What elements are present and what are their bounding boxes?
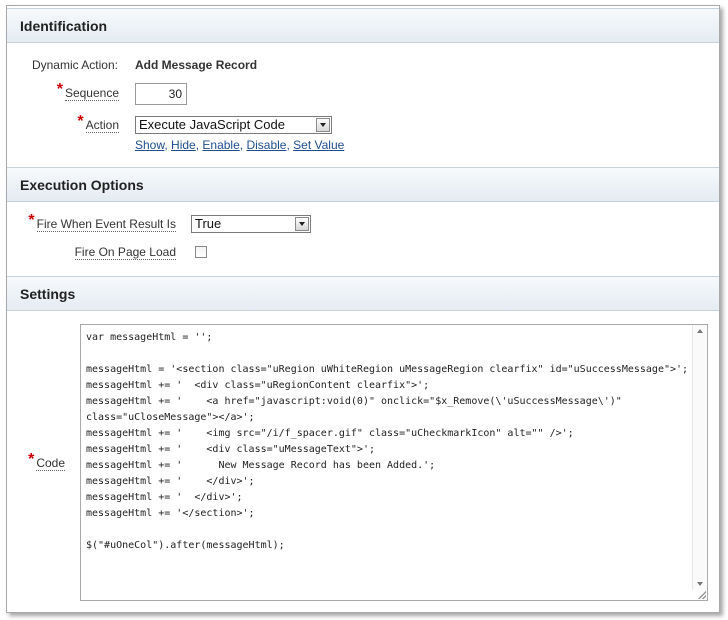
action-quick-links: Show, Hide, Enable, Disable, Set Value	[135, 138, 345, 152]
action-select-value: Execute JavaScript Code	[139, 117, 285, 132]
execution-options-header: Execution Options	[7, 167, 719, 202]
quick-link-enable[interactable]: Enable	[202, 138, 239, 152]
identification-header: Identification	[7, 8, 719, 43]
required-star-icon: *	[28, 212, 35, 229]
action-label: * Action	[77, 113, 119, 133]
settings-region: Settings	[7, 276, 719, 311]
execution-options-region: Execution Options	[7, 167, 719, 202]
action-select[interactable]: Execute JavaScript Code	[135, 116, 332, 134]
identification-region: Identification	[7, 8, 719, 43]
resize-handle-icon[interactable]	[698, 591, 706, 599]
chevron-down-icon[interactable]	[295, 217, 309, 231]
code-textarea[interactable]: var messageHtml = ''; messageHtml = '<se…	[86, 330, 691, 590]
quick-link-disable[interactable]: Disable	[246, 138, 286, 152]
code-scrollbar[interactable]	[692, 325, 707, 590]
required-star-icon: *	[56, 81, 63, 98]
settings-header: Settings	[7, 276, 719, 311]
sequence-input[interactable]	[135, 83, 187, 105]
code-label: * Code	[28, 451, 65, 471]
quick-link-show[interactable]: Show	[135, 138, 164, 152]
required-star-icon: *	[28, 451, 35, 468]
scroll-up-icon[interactable]	[697, 329, 703, 333]
dynamic-action-value: Add Message Record	[135, 58, 258, 72]
fire-when-select-value: True	[195, 216, 222, 231]
fire-on-page-load-label: Fire On Page Load	[74, 245, 176, 260]
chevron-down-icon[interactable]	[316, 118, 330, 132]
fire-on-page-load-checkbox[interactable]	[195, 246, 207, 258]
fire-when-label: * Fire When Event Result Is	[28, 212, 176, 232]
quick-link-hide[interactable]: Hide	[171, 138, 196, 152]
scroll-down-icon[interactable]	[697, 582, 703, 586]
required-star-icon: *	[77, 113, 84, 130]
dynamic-action-label: Dynamic Action:	[31, 58, 118, 72]
code-editor[interactable]: var messageHtml = ''; messageHtml = '<se…	[80, 324, 708, 601]
sequence-label: * Sequence	[56, 81, 119, 101]
quick-link-set-value[interactable]: Set Value	[293, 138, 344, 152]
dynamic-action-form: Identification Dynamic Action: Add Messa…	[6, 5, 720, 613]
fire-when-select[interactable]: True	[191, 215, 311, 233]
